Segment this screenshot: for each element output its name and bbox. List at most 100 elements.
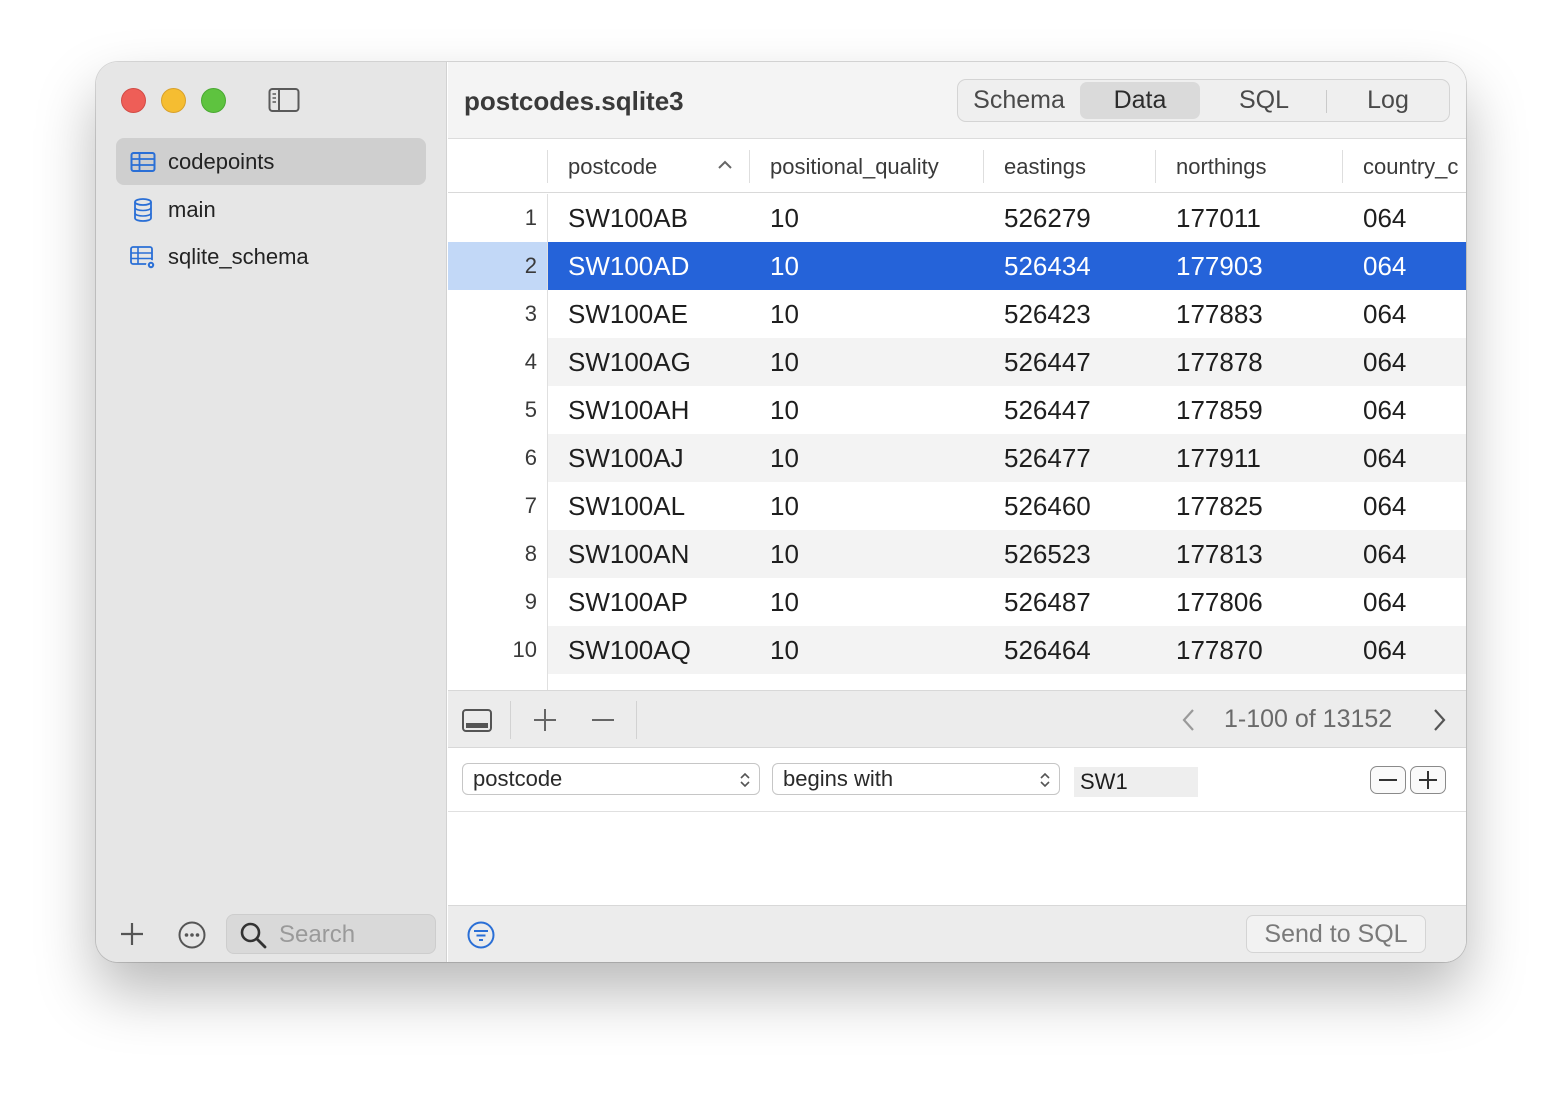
table-cell-northings[interactable]: 177911	[1176, 434, 1261, 482]
table-cell-country-c[interactable]: 064	[1363, 242, 1406, 290]
add-icon[interactable]	[118, 920, 146, 948]
tab-sql[interactable]: SQL	[1204, 82, 1324, 119]
add-filter-button[interactable]	[1410, 766, 1446, 794]
filter-operator-select[interactable]: begins with	[772, 763, 1060, 795]
table-row[interactable]: 2 SW100AD 10 526434 177903 064	[448, 242, 1466, 290]
table-cell-country-c[interactable]: 064	[1363, 482, 1406, 530]
table-cell-positional-quality[interactable]: 10	[770, 290, 799, 338]
table-cell-positional-quality[interactable]: 10	[770, 482, 799, 530]
table-cell-northings[interactable]: 177878	[1176, 338, 1263, 386]
sidebar-item-label: sqlite_schema	[168, 243, 309, 269]
table-cell-eastings[interactable]: 526460	[1004, 482, 1091, 530]
table-cell-positional-quality[interactable]: 10	[770, 578, 799, 626]
table-cell-positional-quality[interactable]: 10	[770, 386, 799, 434]
table-cell-postcode[interactable]: SW100AL	[568, 482, 685, 530]
table-cell-postcode[interactable]: SW100AD	[568, 242, 689, 290]
table-cell-eastings[interactable]: 526477	[1004, 434, 1091, 482]
tab-schema[interactable]: Schema	[960, 82, 1078, 119]
table-cell-northings[interactable]: 177813	[1176, 530, 1263, 578]
table-row[interactable]: 5 SW100AH 10 526447 177859 064	[448, 386, 1466, 434]
table-cell-northings[interactable]: 177859	[1176, 386, 1263, 434]
table-cell-country-c[interactable]: 064	[1363, 386, 1406, 434]
table-cell-eastings[interactable]: 526464	[1004, 626, 1091, 674]
database-icon	[134, 198, 152, 222]
table-cell-northings[interactable]: 177870	[1176, 626, 1263, 674]
table-row[interactable]: 8 SW100AN 10 526523 177813 064	[448, 530, 1466, 578]
tab-data[interactable]: Data	[1080, 82, 1200, 119]
tab-divider	[1326, 90, 1327, 113]
table-cell-eastings[interactable]: 526447	[1004, 386, 1091, 434]
table-cell-postcode[interactable]: SW100AG	[568, 338, 691, 386]
table-row[interactable]: 1 SW100AB 10 526279 177011 064	[448, 194, 1466, 242]
table-row[interactable]: 10 SW100AQ 10 526464 177870 064	[448, 626, 1466, 674]
close-window-button[interactable]	[121, 88, 146, 113]
table-cell-positional-quality[interactable]: 10	[770, 338, 799, 386]
table-cell-eastings[interactable]: 526279	[1004, 194, 1091, 242]
table-cell-country-c[interactable]: 064	[1363, 578, 1406, 626]
send-to-sql-button[interactable]: Send to SQL	[1246, 915, 1426, 953]
table-row[interactable]: 3 SW100AE 10 526423 177883 064	[448, 290, 1466, 338]
tab-log[interactable]: Log	[1328, 82, 1448, 119]
table-cell-country-c[interactable]: 064	[1363, 194, 1406, 242]
sort-ascending-icon[interactable]	[716, 156, 734, 174]
chevron-left-icon[interactable]	[1178, 707, 1200, 733]
table-cell-postcode[interactable]: SW100AJ	[568, 434, 684, 482]
chevron-right-icon[interactable]	[1428, 707, 1450, 733]
table-row[interactable]: 6 SW100AJ 10 526477 177911 064	[448, 434, 1466, 482]
filter-column-select[interactable]: postcode	[462, 763, 760, 795]
sidebar-item-sqlite-schema[interactable]: sqlite_schema	[116, 233, 426, 280]
table-cell-northings[interactable]: 177883	[1176, 290, 1263, 338]
table-cell-northings[interactable]: 177903	[1176, 242, 1263, 290]
table-cell-postcode[interactable]: SW100AH	[568, 386, 689, 434]
table-cell-northings[interactable]: 177806	[1176, 578, 1263, 626]
sidebar-item-codepoints[interactable]: codepoints	[116, 138, 426, 185]
sidebar-search[interactable]	[226, 914, 436, 954]
table-cell-eastings[interactable]: 526447	[1004, 338, 1091, 386]
table-cell-postcode[interactable]: SW100AE	[568, 290, 688, 338]
filter-value-input[interactable]	[1074, 767, 1198, 797]
table-cell-country-c[interactable]: 064	[1363, 338, 1406, 386]
search-input[interactable]	[279, 919, 429, 951]
filter-operator-value: begins with	[783, 766, 894, 791]
table-cell-country-c[interactable]: 064	[1363, 530, 1406, 578]
table-cell-eastings[interactable]: 526423	[1004, 290, 1091, 338]
sidebar-bottom-bar	[96, 912, 447, 962]
table-cell-country-c[interactable]: 064	[1363, 626, 1406, 674]
minimize-window-button[interactable]	[161, 88, 186, 113]
column-header-country-code[interactable]: country_c	[1363, 140, 1466, 193]
table-cell-country-c[interactable]: 064	[1363, 290, 1406, 338]
bottom-bar: Send to SQL	[448, 905, 1466, 962]
table-cell-positional-quality[interactable]: 10	[770, 242, 799, 290]
sidebar-item-main[interactable]: main	[116, 186, 426, 233]
column-header-northings[interactable]: northings	[1176, 140, 1336, 193]
table-cell-eastings[interactable]: 526523	[1004, 530, 1091, 578]
table-cell-eastings[interactable]: 526487	[1004, 578, 1091, 626]
table-cell-northings[interactable]: 177825	[1176, 482, 1263, 530]
table-cell-eastings[interactable]: 526434	[1004, 242, 1091, 290]
more-options-icon[interactable]	[177, 920, 207, 950]
plus-icon	[1419, 771, 1437, 789]
table-cell-postcode[interactable]: SW100AQ	[568, 626, 691, 674]
toggle-panel-icon[interactable]	[461, 704, 493, 736]
table-cell-positional-quality[interactable]: 10	[770, 434, 799, 482]
table-cell-northings[interactable]: 177011	[1176, 194, 1261, 242]
filter-icon[interactable]	[466, 920, 496, 950]
table-row[interactable]: 4 SW100AG 10 526447 177878 064	[448, 338, 1466, 386]
table-icon	[130, 152, 156, 172]
sidebar-toggle-icon[interactable]	[268, 87, 300, 113]
table-cell-postcode[interactable]: SW100AP	[568, 578, 688, 626]
remove-row-icon[interactable]	[587, 704, 619, 736]
column-header-positional-quality[interactable]: positional_quality	[770, 140, 980, 193]
table-row[interactable]: 7 SW100AL 10 526460 177825 064	[448, 482, 1466, 530]
table-cell-positional-quality[interactable]: 10	[770, 194, 799, 242]
add-row-icon[interactable]	[529, 704, 561, 736]
table-cell-positional-quality[interactable]: 10	[770, 530, 799, 578]
table-cell-country-c[interactable]: 064	[1363, 434, 1406, 482]
table-row[interactable]: 9 SW100AP 10 526487 177806 064	[448, 578, 1466, 626]
table-cell-postcode[interactable]: SW100AN	[568, 530, 689, 578]
zoom-window-button[interactable]	[201, 88, 226, 113]
table-cell-positional-quality[interactable]: 10	[770, 626, 799, 674]
table-cell-postcode[interactable]: SW100AB	[568, 194, 688, 242]
column-header-eastings[interactable]: eastings	[1004, 140, 1154, 193]
remove-filter-button[interactable]	[1370, 766, 1406, 794]
